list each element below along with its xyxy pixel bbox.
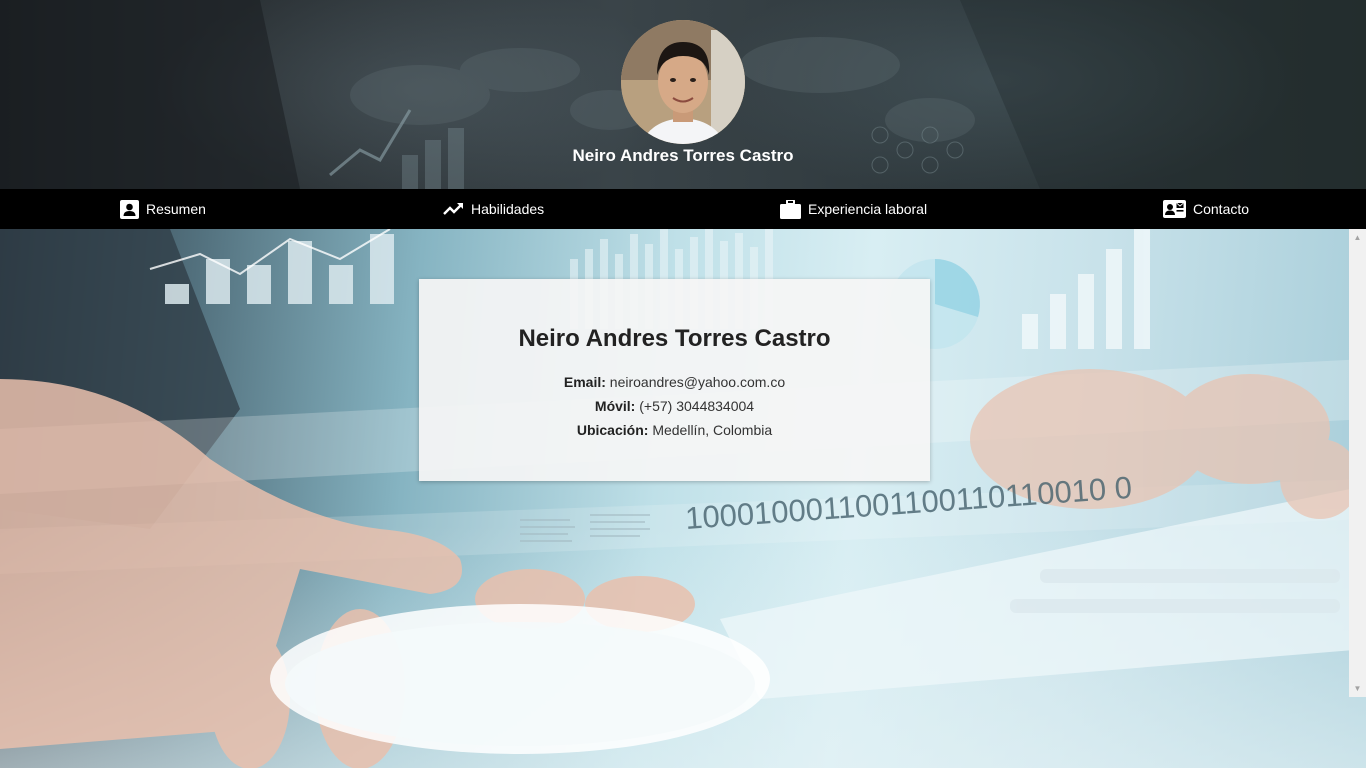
scroll-down-arrow-icon[interactable]: ▼ [1349, 680, 1366, 697]
nav-item-label: Contacto [1193, 201, 1250, 217]
nav-item-resumen[interactable]: Resumen [120, 189, 206, 229]
phone-label: Móvil: [594, 398, 636, 414]
trending-up-icon [443, 203, 463, 215]
phone-value: (+57) 3044834004 [639, 398, 755, 414]
location-row: Ubicación: Medellín, Colombia [419, 418, 930, 442]
profile-avatar [621, 20, 745, 144]
vertical-scrollbar[interactable]: ▲ ▼ [1349, 229, 1366, 697]
nav-item-label: Experiencia laboral [808, 201, 928, 217]
hero-section: 1000100011001100110110010 0 Neiro Andres… [0, 229, 1366, 768]
location-label: Ubicación: [576, 422, 649, 438]
email-label: Email: [563, 374, 606, 390]
contact-card-icon [1163, 200, 1186, 218]
nav-item-experiencia-laboral[interactable]: Experiencia laboral [780, 189, 927, 229]
location-value: Medellín, Colombia [652, 422, 773, 438]
email-value: neiroandres@yahoo.com.co [609, 374, 786, 390]
phone-row: Móvil: (+57) 3044834004 [419, 394, 930, 418]
email-row: Email: neiroandres@yahoo.com.co [419, 370, 930, 394]
scroll-up-arrow-icon[interactable]: ▲ [1349, 229, 1366, 246]
nav-item-label: Resumen [146, 201, 206, 217]
nav-item-contacto[interactable]: Contacto [1163, 189, 1249, 229]
contact-details: Email: neiroandres@yahoo.com.co Móvil: (… [419, 370, 930, 442]
contact-card: Neiro Andres Torres Castro Email: neiroa… [419, 279, 930, 481]
briefcase-icon [780, 199, 801, 219]
header-profile-name: Neiro Andres Torres Castro [572, 146, 794, 165]
nav-item-habilidades[interactable]: Habilidades [443, 189, 544, 229]
nav-item-label: Habilidades [471, 201, 545, 217]
person-badge-icon [120, 199, 139, 219]
profile-header: Neiro Andres Torres Castro [0, 0, 1366, 189]
contact-card-title: Neiro Andres Torres Castro [518, 325, 831, 352]
main-navigation: Resumen Habilidades Experiencia laboral … [0, 189, 1366, 229]
